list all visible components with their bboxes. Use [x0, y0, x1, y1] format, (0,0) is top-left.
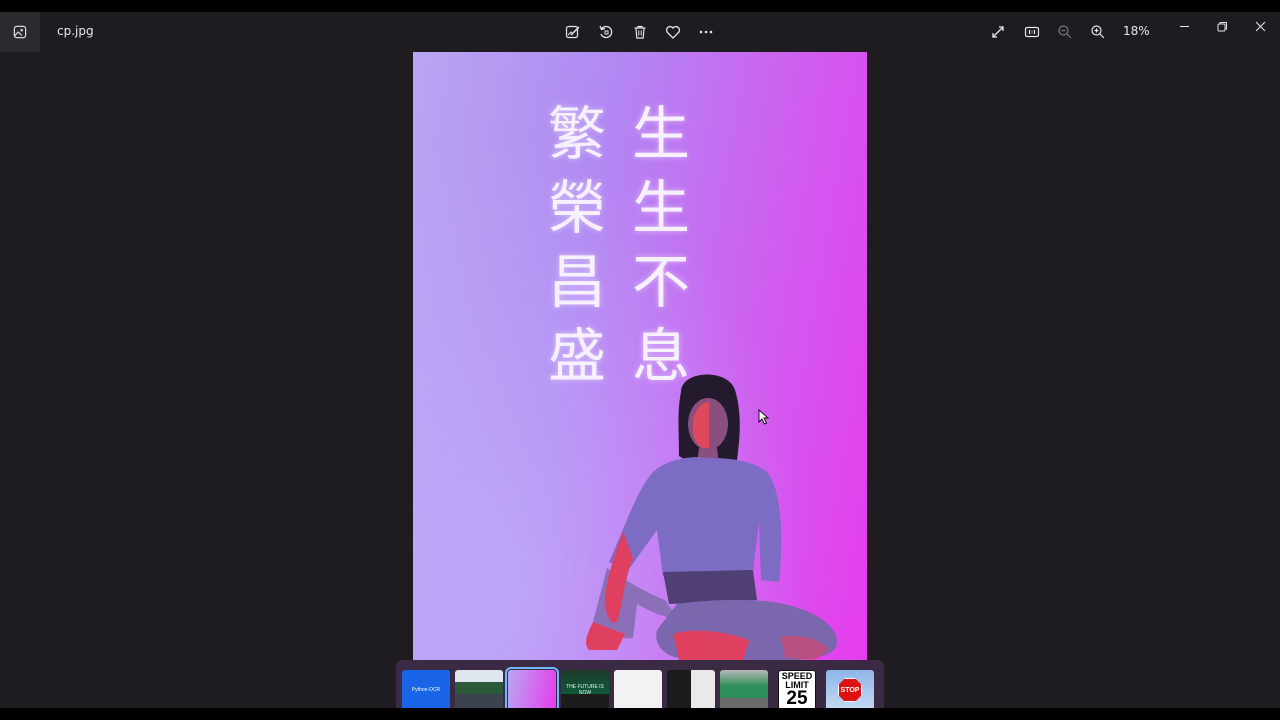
zoom-in-icon [1091, 25, 1105, 39]
zoom-out-button[interactable] [1053, 20, 1077, 44]
file-name: cp.jpg [57, 24, 94, 38]
filmstrip-thumb[interactable] [720, 670, 768, 710]
actual-size-icon [1024, 26, 1040, 38]
poem-character: 繁 [547, 100, 606, 168]
stop-sign-text: STOP [840, 686, 860, 694]
rotate-icon [599, 25, 613, 39]
edit-image-icon [565, 25, 580, 39]
filmstrip-thumb[interactable] [614, 670, 662, 710]
photos-viewer-window: cp.jpg 18% 繁 榮 昌 盛 生 生 不 息 Python-OCR TH… [0, 12, 1280, 720]
poem-character: 生 [631, 100, 690, 168]
poem-text: 繁 榮 昌 盛 生 生 不 息 [541, 104, 701, 394]
photos-app-icon [13, 25, 27, 39]
minimize-icon [1179, 25, 1189, 27]
poem-character: 生 [631, 174, 690, 242]
main-photo[interactable]: 繁 榮 昌 盛 生 生 不 息 [413, 52, 867, 660]
poem-left-column: 繁 榮 昌 盛 [547, 104, 607, 386]
filmstrip-thumb[interactable] [455, 670, 503, 710]
app-icon-button[interactable] [0, 12, 40, 52]
zoom-in-button[interactable] [1086, 20, 1110, 44]
screen-top-band [0, 0, 1280, 12]
fullscreen-button[interactable] [986, 20, 1010, 44]
seated-woman-figure [586, 374, 838, 660]
filmstrip-thumb[interactable]: Python-OCR [402, 670, 450, 710]
minimize-button[interactable] [1166, 14, 1202, 38]
filmstrip-thumb-speed-limit[interactable]: SPEED LIMIT 25 [778, 670, 816, 710]
thumb-label: THE FUTURE IS NOW [566, 684, 604, 696]
filmstrip-thumb-stop-sign[interactable]: STOP [826, 670, 874, 710]
poem-character: 不 [631, 248, 690, 316]
screen-bottom-band [0, 708, 1280, 720]
mouse-cursor-icon [758, 409, 770, 425]
restore-button[interactable] [1204, 14, 1240, 38]
speed-sign-number: 25 [786, 688, 808, 709]
delete-button[interactable] [628, 20, 652, 44]
filmstrip-thumb[interactable]: THE FUTURE IS NOW [561, 670, 609, 710]
zoom-level[interactable]: 18% [1123, 24, 1150, 38]
actual-size-button[interactable] [1020, 20, 1044, 44]
filmstrip-thumb[interactable] [667, 670, 715, 710]
delete-icon [634, 25, 646, 39]
poem-character: 昌 [547, 248, 606, 316]
title-bar: cp.jpg 18% [0, 12, 1280, 52]
favorite-icon [665, 25, 681, 39]
close-icon [1255, 21, 1265, 31]
restore-icon [1217, 21, 1227, 31]
poem-character: 榮 [547, 174, 606, 242]
more-icon [699, 30, 713, 34]
zoom-out-icon [1058, 25, 1072, 39]
more-options-button[interactable] [694, 20, 718, 44]
fullscreen-icon [992, 26, 1004, 38]
close-button[interactable] [1242, 14, 1278, 38]
favorite-button[interactable] [661, 20, 685, 44]
filmstrip-thumb-selected[interactable] [505, 667, 559, 713]
thumb-label: Python-OCR [411, 687, 441, 693]
edit-image-button[interactable] [561, 20, 585, 44]
poem-right-column: 生 生 不 息 [631, 104, 691, 386]
rotate-button[interactable] [594, 20, 618, 44]
stop-sign-icon: STOP [838, 678, 862, 702]
